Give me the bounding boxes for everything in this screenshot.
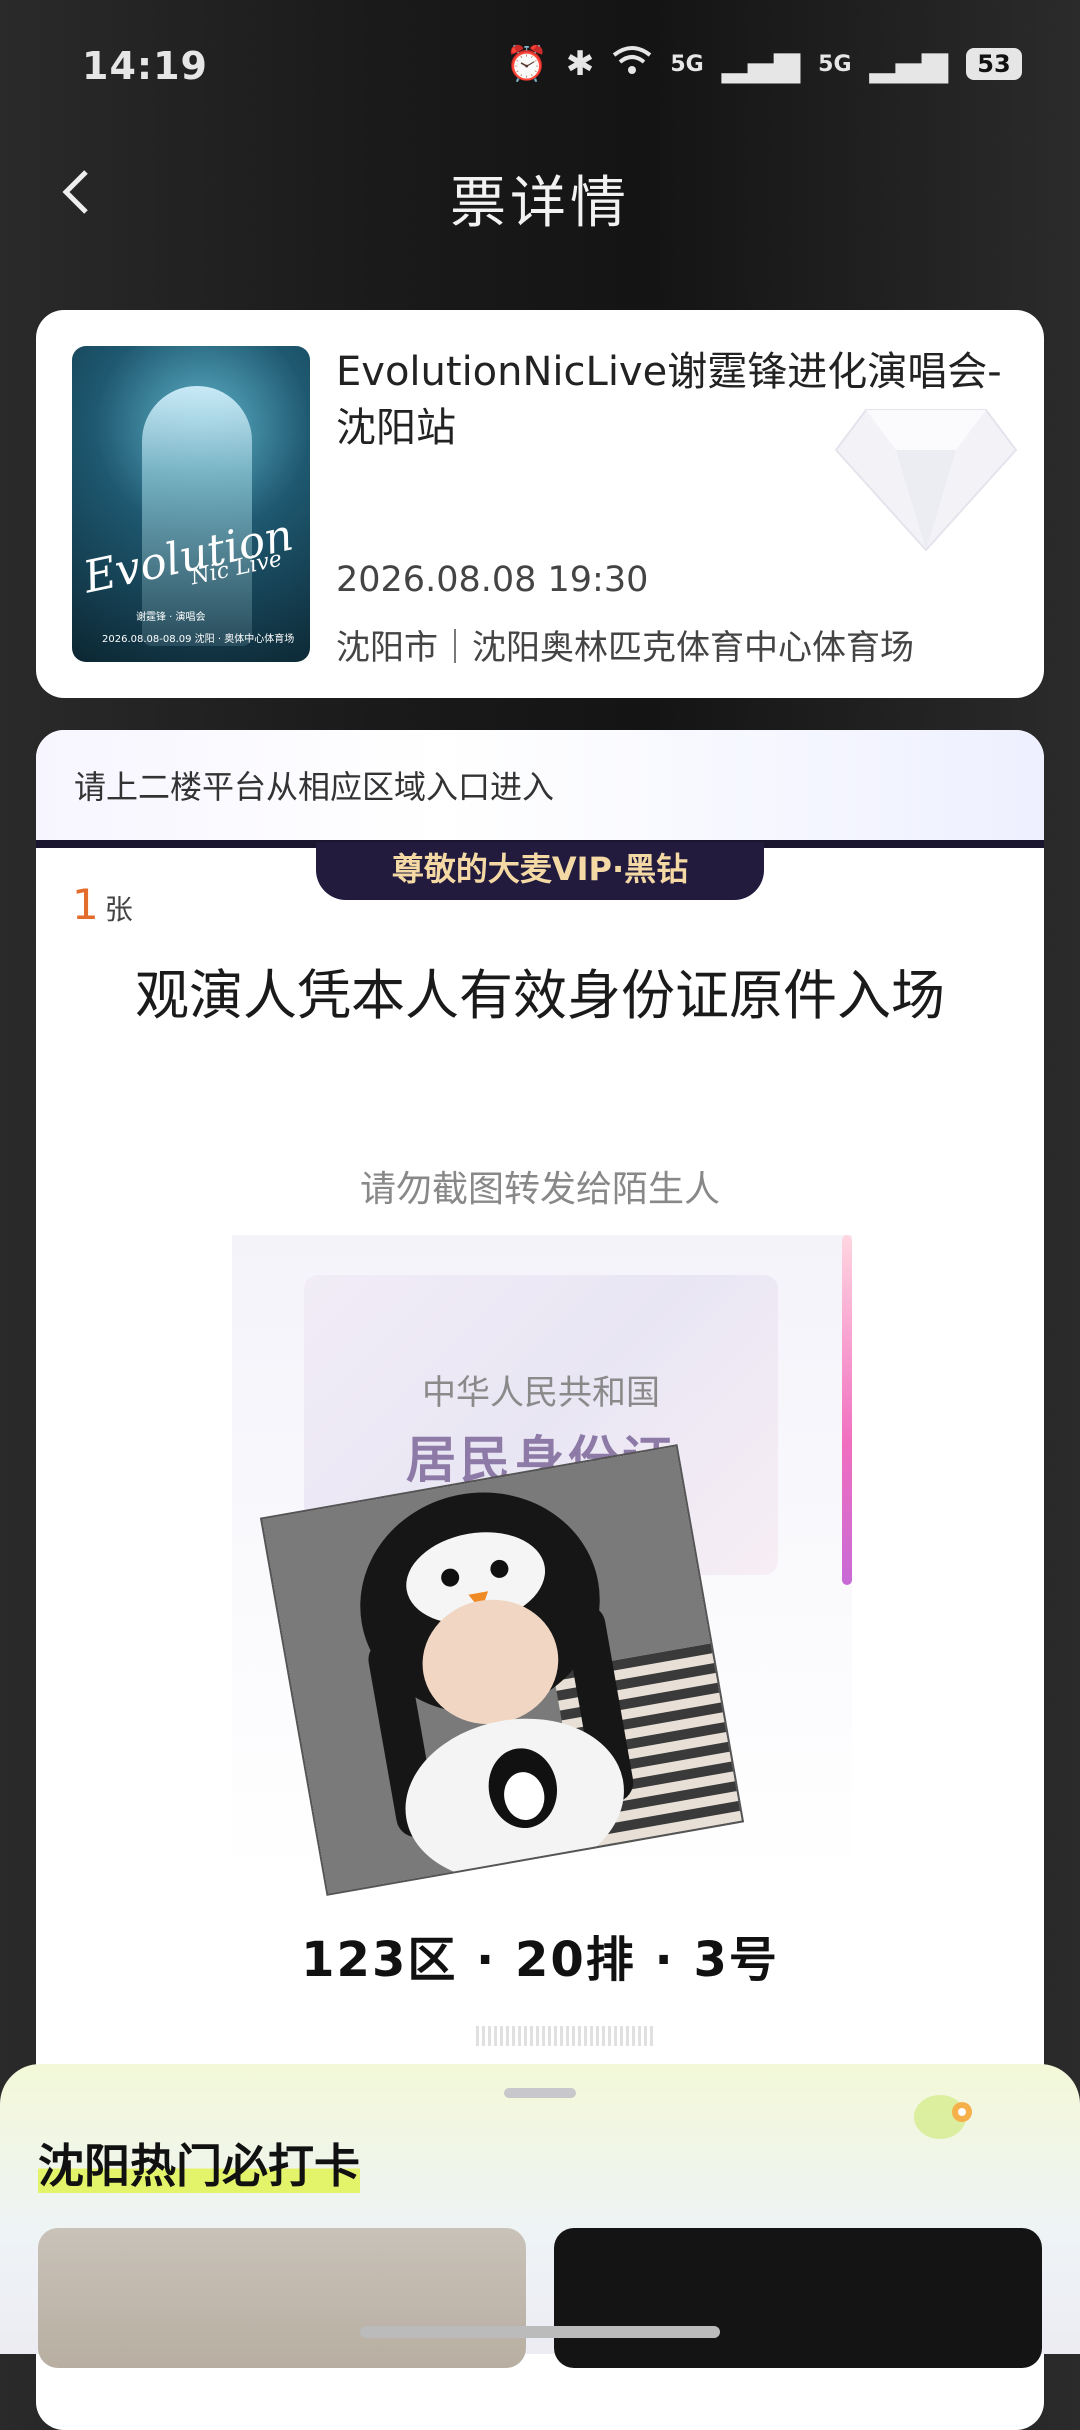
home-indicator[interactable]	[360, 2326, 720, 2338]
event-title: EvolutionNicLive谢霆锋进化演唱会-沈阳站	[336, 349, 1002, 451]
quantity-number: 1	[72, 880, 99, 929]
barcode-preview	[476, 2026, 656, 2046]
event-datetime: 2026.08.08 19:30	[336, 560, 649, 600]
hot-spot-card-2[interactable]	[554, 2228, 1042, 2368]
page-title: 票详情	[450, 171, 630, 236]
vip-badge: 尊敬的大麦VIP·黑钻	[316, 842, 764, 900]
battery-icon: 53	[966, 48, 1022, 80]
id-verification-area: 中华人民共和国 居民身份证	[232, 1235, 852, 1894]
event-venue: 沈阳市｜沈阳奥林匹克体育中心体育场	[336, 628, 914, 668]
status-time: 14:19	[82, 44, 208, 88]
pink-accent-bar	[842, 1235, 852, 1585]
wifi-icon	[612, 44, 652, 84]
no-screenshot-note: 请勿截图转发给陌生人	[359, 1169, 720, 1210]
signal-bars-icon: ▂▄▆	[721, 44, 801, 84]
id-card-country: 中华人民共和国	[422, 1373, 660, 1413]
signal-bars-icon-2: ▂▄▆	[869, 44, 948, 84]
id-requirement: 观演人凭本人有效身份证原件入场	[135, 964, 945, 1027]
quantity-unit: 张	[104, 893, 133, 926]
status-bar: 14:19 ⏰ ✱ 5G ▂▄▆ 5G ▂▄▆ 53	[0, 0, 1080, 140]
event-poster: Evolution Nic Live 谢霆锋 · 演唱会 2026.08.08-…	[72, 346, 310, 662]
seat-info: 123区 · 20排 · 3号	[301, 1932, 779, 1988]
ticket-header: 请上二楼平台从相应区域入口进入	[36, 730, 1044, 840]
sheet-handle[interactable]	[504, 2088, 576, 2098]
alarm-icon: ⏰	[505, 44, 548, 84]
poster-figure	[142, 386, 252, 646]
signal-1-icon: 5G	[670, 51, 704, 77]
entry-note: 请上二楼平台从相应区域入口进入	[74, 768, 555, 806]
ticket-quantity: 1张	[72, 880, 133, 929]
signal-2-icon: 5G	[818, 51, 852, 77]
location-pin-icon	[914, 2095, 972, 2139]
header: 票详情	[0, 140, 1080, 250]
baby-penguin-photo	[262, 1446, 742, 1894]
event-card[interactable]: Evolution Nic Live 谢霆锋 · 演唱会 2026.08.08-…	[36, 310, 1044, 698]
hot-spots-title-text: 沈阳热门必打卡	[38, 2139, 360, 2193]
bluetooth-icon: ✱	[565, 44, 595, 84]
poster-text-2: 2026.08.08-08.09 沈阳 · 奥体中心体育场	[102, 634, 295, 645]
hot-spots-title: 沈阳热门必打卡	[38, 2130, 360, 2196]
poster-text-1: 谢霆锋 · 演唱会	[136, 612, 206, 623]
status-icons: ⏰ ✱ 5G ▂▄▆ 5G ▂▄▆ 53	[505, 44, 1022, 84]
hot-spot-card-1[interactable]	[38, 2228, 526, 2368]
bottom-sheet[interactable]: 沈阳热门必打卡	[0, 2064, 1080, 2368]
